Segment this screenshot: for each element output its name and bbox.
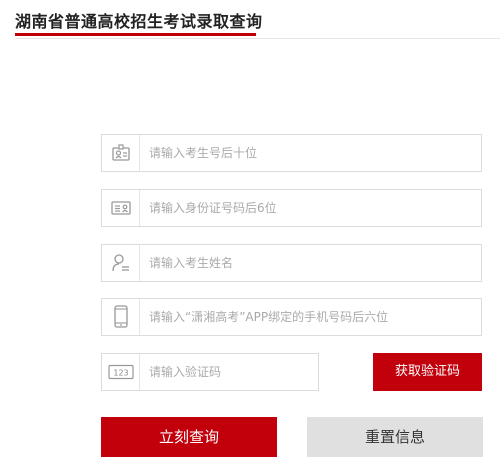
user-icon <box>102 245 140 281</box>
captcha-field[interactable]: 123 请输入验证码 <box>101 353 319 391</box>
header-divider <box>15 38 500 39</box>
mobile-phone-icon <box>102 299 140 335</box>
page-title: 湖南省普通高校招生考试录取查询 <box>15 12 263 31</box>
number-code-icon: 123 <box>102 354 140 390</box>
captcha-placeholder: 请输入验证码 <box>149 365 222 379</box>
exam-number-placeholder: 请输入考生号后十位 <box>149 146 258 160</box>
id-number-field[interactable]: 请输入身份证号码后6位 <box>101 189 482 227</box>
name-field[interactable]: 请输入考生姓名 <box>101 244 482 282</box>
id-card-icon <box>102 135 140 171</box>
get-code-button[interactable]: 获取验证码 <box>373 353 482 391</box>
name-placeholder: 请输入考生姓名 <box>149 256 234 270</box>
identity-card-icon <box>102 190 140 226</box>
id-number-placeholder: 请输入身份证号码后6位 <box>149 201 277 215</box>
number-code-icon-text: 123 <box>113 369 128 378</box>
exam-number-field[interactable]: 请输入考生号后十位 <box>101 134 482 172</box>
submit-query-button[interactable]: 立刻查询 <box>101 417 277 457</box>
title-underline <box>15 33 256 36</box>
reset-button[interactable]: 重置信息 <box>307 417 483 457</box>
phone-placeholder: 请输入“潇湘高考”APP绑定的手机号码后六位 <box>149 310 389 324</box>
phone-field[interactable]: 请输入“潇湘高考”APP绑定的手机号码后六位 <box>101 298 482 336</box>
